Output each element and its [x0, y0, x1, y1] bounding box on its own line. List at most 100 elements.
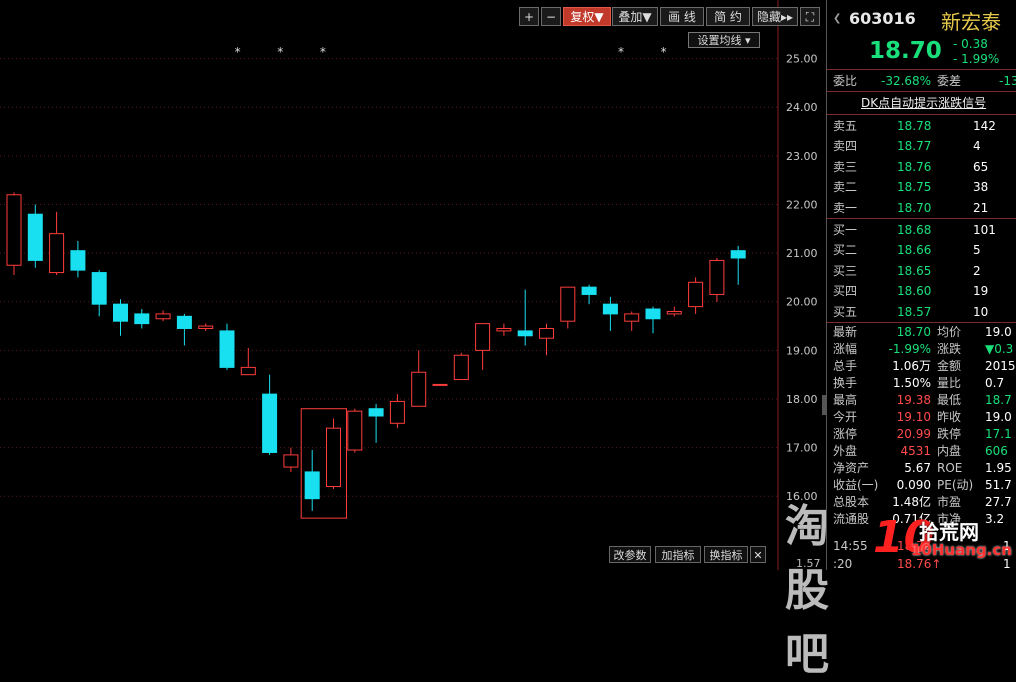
candle-body [347, 410, 363, 451]
candle-body [539, 327, 554, 339]
stat-value: 1.50% [892, 376, 931, 390]
y-tick-label: 20.00 [786, 296, 818, 309]
collapse-arrow-icon[interactable]: ❮ [833, 0, 841, 24]
stat-value: 5.67 [904, 461, 931, 475]
close-indicator-icon[interactable]: ✕ [750, 546, 766, 563]
order-label: 卖一 [833, 200, 858, 215]
set-moving-average-button[interactable]: 设置均线 ▾ [688, 32, 760, 48]
order-label: 买一 [833, 223, 858, 237]
zoom-out-button[interactable]: − [541, 7, 561, 26]
switch-indicator-button[interactable]: 换指标 [704, 546, 748, 563]
stat-value: 18.7 [985, 393, 1012, 407]
dk-signal-link[interactable]: DK点自动提示涨跌信号 [861, 93, 986, 113]
candle-body [91, 272, 107, 305]
kline-chart-area[interactable]: 25.00 24.00 23.00 22.00 21.00 20.00 19.00 18.00… [0, 0, 829, 680]
candle-body [496, 327, 512, 332]
diejia-dropdown[interactable]: 叠加▼ [612, 7, 658, 26]
order-row[interactable]: 买三 18.65 2 [827, 261, 1016, 281]
hide-panel-button[interactable]: 隐藏▸▸ [752, 7, 798, 26]
stat-value: 17.1 [985, 427, 1012, 441]
stat-label: PE(动) [937, 478, 974, 492]
stat-label: 外盘 [833, 444, 858, 458]
stat-value: 2015 [985, 359, 1016, 373]
simple-mode-button[interactable]: 简 约 [706, 7, 750, 26]
stat-label: 今开 [833, 410, 858, 424]
divider [827, 69, 1016, 70]
kline-chart[interactable]: 25.00 24.00 23.00 22.00 21.00 20.00 19.00 18.00… [0, 0, 822, 570]
stat-label: 均价 [937, 325, 962, 339]
stat-label: 流通股 [833, 512, 870, 526]
y-tick-label: 17.00 [786, 442, 818, 455]
stat-value: 0.090 [896, 478, 931, 492]
order-label: 卖三 [833, 159, 858, 174]
order-row[interactable]: 卖五 18.78 142 [827, 116, 1016, 136]
order-price: 18.77 [897, 139, 932, 154]
stat-label: 换手 [833, 376, 858, 390]
add-indicator-button[interactable]: 加指标 [655, 546, 701, 563]
candle-body [219, 330, 235, 368]
stat-row: 最新 18.70 均价 19.0 [827, 324, 1016, 341]
order-label: 卖二 [833, 180, 858, 195]
candle-body [49, 233, 65, 274]
stat-row: 总手 1.06万 金额 2015 [827, 358, 1016, 375]
order-price: 18.78 [897, 119, 932, 133]
candle-body [6, 194, 22, 266]
order-price: 18.57 [897, 304, 932, 319]
order-row[interactable]: 卖三 18.76 65 [827, 157, 1016, 177]
order-row[interactable]: 卖一 18.70 21 [827, 198, 1016, 218]
candle-body [262, 393, 278, 453]
stat-value: 1.95 [985, 461, 1012, 475]
order-volume: 101 [973, 223, 996, 237]
weicha-label: 委差 [937, 74, 962, 88]
divider [827, 218, 1016, 219]
order-row[interactable]: 买二 18.66 5 [827, 240, 1016, 260]
order-label: 买二 [833, 243, 858, 258]
order-volume: 4 [973, 139, 981, 154]
order-row[interactable]: 卖四 18.77 4 [827, 136, 1016, 156]
order-row[interactable]: 卖二 18.75 38 [827, 177, 1016, 197]
order-row[interactable]: 买四 18.60 19 [827, 281, 1016, 301]
fullscreen-icon[interactable]: ⛶ [800, 7, 820, 26]
candle-body [560, 286, 576, 322]
order-label: 买五 [833, 304, 858, 319]
signal-star-icon: * [235, 45, 241, 59]
stat-label: 最低 [937, 393, 962, 407]
candle-body [517, 330, 533, 337]
stat-label: 昨收 [937, 410, 962, 424]
stat-label: 总手 [833, 359, 858, 373]
draw-line-button[interactable]: 画 线 [660, 7, 704, 26]
stat-label: 涨跌 [937, 342, 962, 356]
weibi-value: -32.68% [881, 74, 932, 88]
candle-body [240, 366, 256, 376]
y-tick-label: 25.00 [786, 53, 818, 66]
weicha-value: -13 [999, 74, 1016, 88]
site-logo-domain: 10Huang.cn [911, 541, 1012, 559]
order-label: 买四 [833, 284, 858, 299]
order-label: 卖五 [833, 119, 858, 133]
tick-time: 14:55 [833, 539, 868, 553]
stat-row: 今开 19.10 昨收 19.0 [827, 409, 1016, 426]
order-row[interactable]: 买一 18.68 101 [827, 220, 1016, 240]
candle-body [624, 313, 640, 322]
stat-value: 1.06万 [892, 359, 931, 373]
stat-value: 0.7 [985, 376, 1005, 390]
y-tick-label: 23.00 [786, 150, 818, 163]
order-row[interactable]: 买五 18.57 10 [827, 302, 1016, 322]
order-price: 18.60 [897, 284, 932, 299]
modify-params-button[interactable]: 改参数 [609, 546, 651, 563]
price-change-pct: - 1.99% [953, 52, 1000, 66]
stat-label: ROE [937, 461, 963, 475]
order-label: 买三 [833, 263, 858, 278]
stat-label: 最新 [833, 325, 858, 339]
zoom-in-button[interactable]: + [519, 7, 539, 26]
stat-row: 涨幅 -1.99% 涨跌 ▼0.3 [827, 341, 1016, 358]
fuquan-dropdown[interactable]: 复权▼ [563, 7, 611, 26]
order-volume: 10 [973, 304, 989, 319]
stat-value: -1.99% [888, 342, 931, 356]
stat-value: 19.10 [896, 410, 931, 424]
stat-value: 51.7 [985, 478, 1012, 492]
divider [827, 114, 1016, 115]
candle-body [27, 213, 43, 261]
quote-panel: ❮ 603016 新宏泰 18.70 - 0.38 - 1.99% 委比 -32… [826, 0, 1016, 571]
candle-body [730, 250, 746, 259]
